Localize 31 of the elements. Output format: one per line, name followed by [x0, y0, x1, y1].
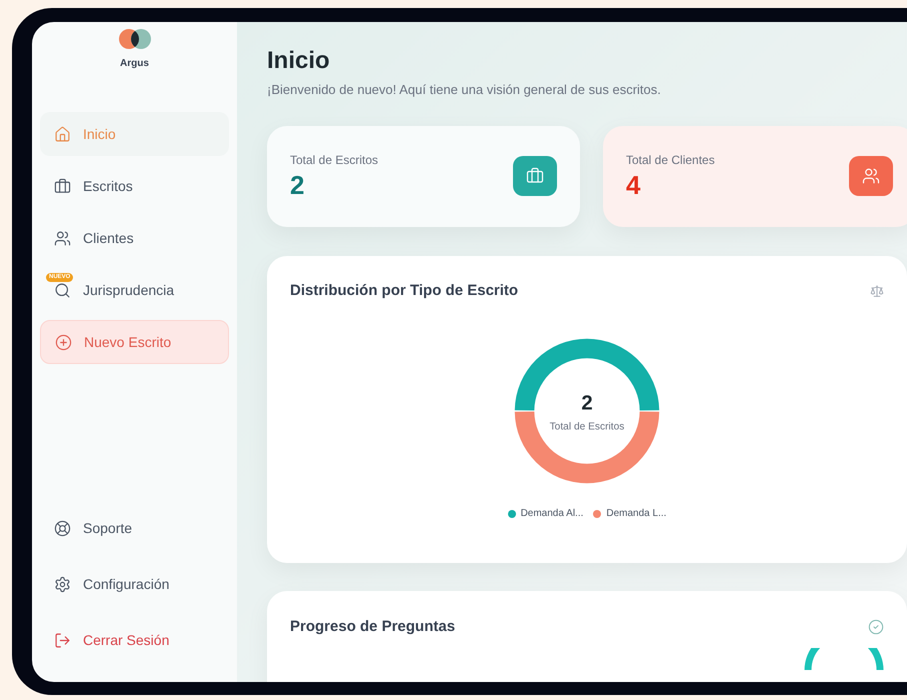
briefcase-icon	[526, 167, 544, 185]
brand-name: Argus	[120, 57, 149, 71]
logout-icon	[54, 632, 71, 648]
users-icon	[862, 167, 880, 185]
briefcase-icon	[54, 178, 71, 194]
sidebar-item[interactable]: Soporte	[40, 506, 229, 550]
stat-label: Total de Clientes	[626, 152, 715, 169]
home-icon	[54, 126, 71, 142]
sidebar-item[interactable]: Cerrar Sesión	[40, 618, 229, 662]
donut-label: Total de Escritos	[550, 419, 624, 434]
scale-icon	[870, 284, 884, 298]
plus-circle-icon	[55, 334, 72, 350]
sidebar-item[interactable]: Configuración	[40, 562, 229, 606]
stat-value: 4	[626, 169, 642, 201]
check-circle-icon	[868, 618, 884, 635]
lifebuoy-icon	[54, 520, 71, 536]
settings-icon	[54, 576, 71, 592]
card-title: Distribución por Tipo de Escrito	[290, 280, 518, 300]
logo-icon	[116, 28, 152, 50]
legend-label: Demanda L...	[606, 507, 666, 521]
donut-total: 2	[581, 390, 593, 416]
users-icon	[54, 230, 71, 246]
sidebar-item[interactable]: Clientes	[40, 216, 229, 260]
sidebar-item[interactable]: Escritos	[40, 164, 229, 208]
page-title: Inicio	[267, 46, 331, 76]
page-subtitle: ¡Bienvenido de nuevo! Aquí tiene una visión general de sus escritos.	[267, 81, 662, 99]
search-icon	[54, 282, 71, 298]
legend-label: Demanda Al...	[520, 507, 584, 521]
stat-label: Total de Escritos	[290, 152, 378, 169]
card-title: Progreso de Preguntas	[290, 616, 456, 636]
stat-value: 2	[290, 169, 306, 201]
